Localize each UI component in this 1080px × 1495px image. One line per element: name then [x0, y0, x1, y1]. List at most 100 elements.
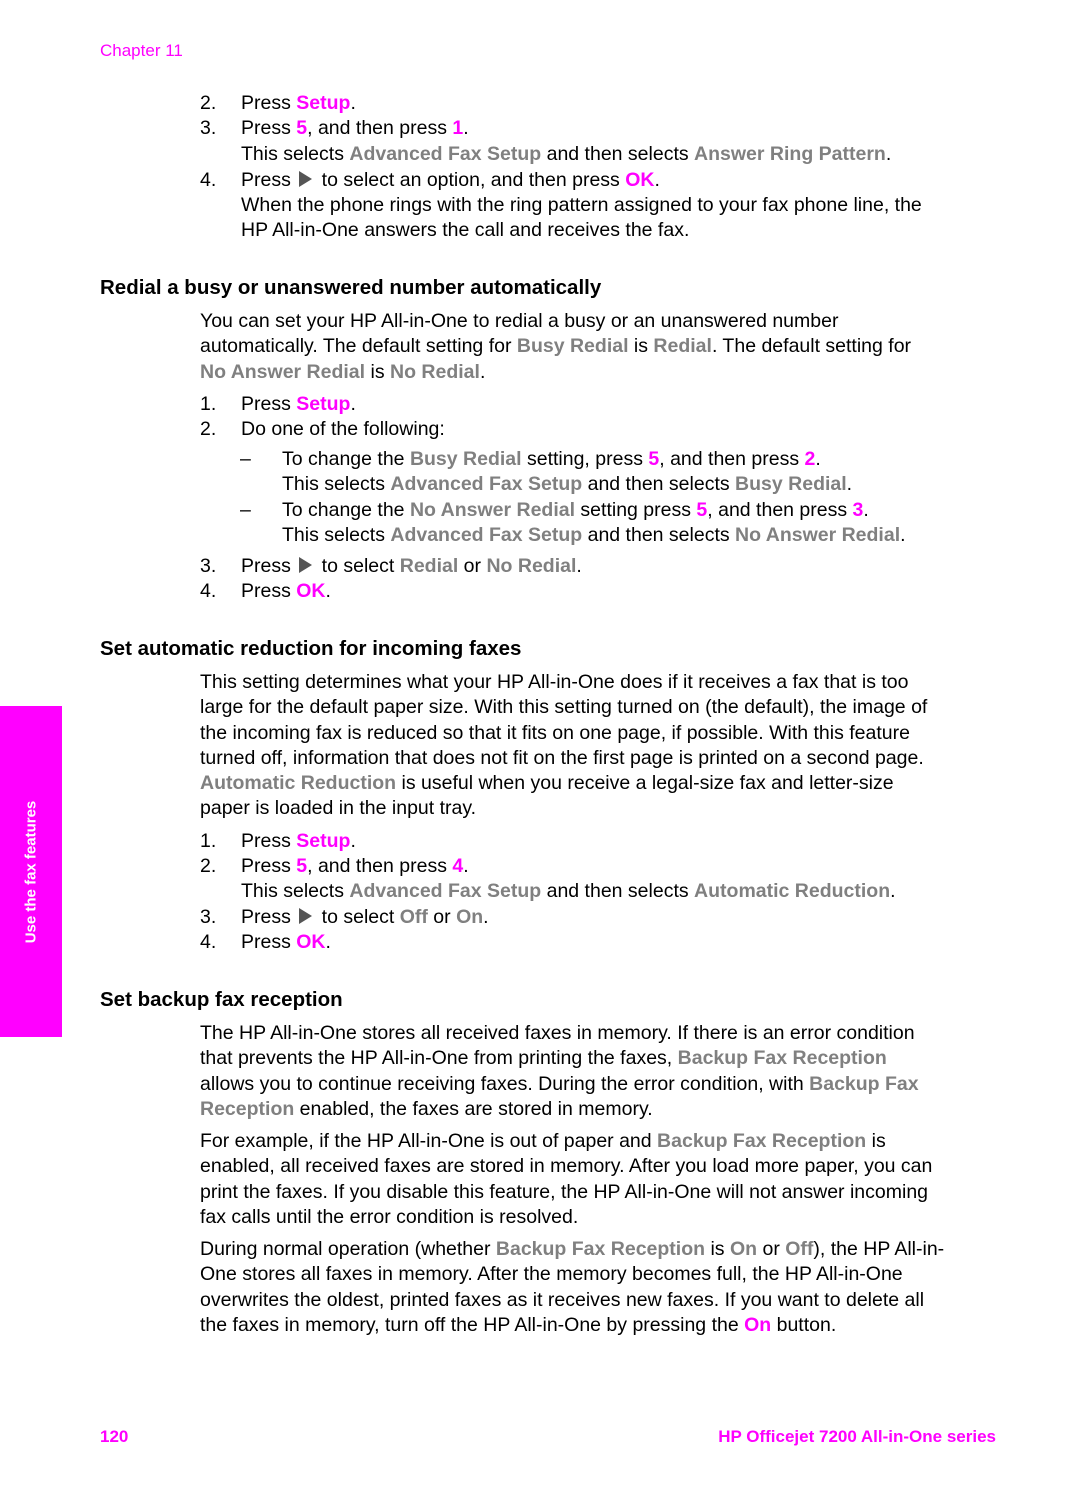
text-run: . — [350, 393, 356, 415]
text-run: and then selects — [541, 143, 695, 165]
sub-bullet-continuation: This selects Advanced Fax Setup and then… — [282, 523, 906, 548]
text-run: – — [240, 448, 251, 470]
text-run: and then selects — [541, 880, 695, 902]
section-heading-reduction: Set automatic reduction for incoming fax… — [100, 637, 522, 660]
text-run: 4. — [200, 931, 217, 953]
text-run: – — [240, 499, 251, 521]
menu-option-label: No Answer Redial — [735, 524, 901, 546]
text-run: Press to select an option, and then pres… — [241, 168, 660, 193]
text-run: Press — [241, 393, 297, 415]
side-tab: Use the fax features — [0, 706, 62, 1037]
menu-option-label: Advanced Fax Setup — [349, 880, 542, 902]
right-arrow-button-icon — [299, 908, 313, 924]
text-run: overwrites the oldest, printed faxes as … — [200, 1288, 925, 1311]
text-run: . — [463, 855, 469, 877]
text-run: or — [757, 1238, 786, 1260]
text-run: 2. — [200, 418, 217, 440]
menu-option-label: Backup Fax Reception — [657, 1130, 867, 1152]
step-continuation: This selects Advanced Fax Setup and then… — [241, 142, 891, 167]
sub-bullet-continuation: This selects Advanced Fax Setup and then… — [282, 472, 852, 497]
text-run: Press OK. — [241, 579, 331, 604]
text-run: is — [866, 1130, 886, 1152]
step-continuation: This selects Advanced Fax Setup and then… — [241, 879, 896, 904]
text-run: To change the No Answer Redial setting p… — [282, 498, 869, 523]
paragraph: During normal operation (whether Backup … — [200, 1237, 1020, 1338]
text-run: To change the — [282, 499, 410, 521]
key-label: Setup — [296, 393, 351, 415]
text-run: . — [846, 473, 853, 495]
text-run: setting, press — [521, 448, 649, 470]
text-run: . — [900, 524, 906, 546]
text-run: 4. — [200, 580, 217, 602]
text-run: Press Setup. — [241, 392, 356, 417]
text-run: Press to select Off or On. — [241, 905, 489, 930]
key-label: 5 — [648, 448, 660, 470]
text-run: enabled, the faxes are stored in memory. — [294, 1097, 653, 1120]
key-label: 1 — [452, 117, 464, 139]
text-run: and then selects — [582, 524, 736, 546]
text-run: allows you to continue receiving faxes. … — [200, 1072, 810, 1095]
text-run: is useful when you receive a legal-size … — [396, 772, 894, 795]
section-heading-redial: Redial a busy or unanswered number autom… — [100, 276, 602, 299]
menu-option-label: Advanced Fax Setup — [390, 473, 583, 495]
text-run: Press — [241, 931, 297, 953]
menu-option-label: Automatic Reduction — [200, 772, 397, 795]
text-run: 3. — [200, 906, 217, 928]
text-run: Press Setup. — [241, 92, 356, 114]
menu-option-label: No Redial — [390, 360, 480, 383]
text-run: Press OK. — [241, 930, 331, 955]
text-run: 3. — [200, 555, 217, 577]
text-run: button. — [771, 1313, 837, 1336]
text-run: Press — [241, 830, 297, 852]
menu-option-label: Reception — [200, 1097, 295, 1120]
text-run: to select — [316, 555, 400, 577]
side-tab-label: Use the fax features — [22, 800, 40, 943]
setup-key: Setup — [296, 92, 351, 114]
key-label: 5 — [696, 499, 708, 521]
menu-option-label: Automatic Reduction — [694, 880, 891, 902]
text-run: This selects — [282, 524, 391, 546]
text-run: . — [576, 555, 582, 577]
text-run: . — [890, 880, 896, 902]
text-run: paper is loaded in the input tray. — [200, 797, 477, 820]
text-run: . — [863, 499, 869, 521]
text-run: the faxes in memory, turn off the HP All… — [200, 1313, 745, 1336]
text-run: . — [325, 931, 331, 953]
text-run: is — [365, 360, 390, 383]
text-run: , and then press — [307, 855, 453, 877]
text-run: Automatic Reduction is useful when you r… — [200, 771, 1000, 796]
text-run: No Answer Redial is No Redial. — [200, 360, 1000, 385]
text-run: Press — [241, 555, 297, 577]
text-run: 4. — [200, 169, 217, 191]
key-label: 2 — [804, 448, 816, 470]
text-run: print the faxes. If you disable this fea… — [200, 1180, 929, 1203]
on-key: On — [744, 1313, 772, 1336]
text-run: , and then press — [659, 448, 805, 470]
text-run: Press Setup. — [241, 829, 356, 854]
page-number: 120 — [100, 1427, 129, 1446]
text-run: Do one of the following: — [241, 418, 445, 440]
menu-option-label: No Redial — [486, 555, 577, 577]
step-continuation: When the phone rings with the ring patte… — [241, 194, 922, 216]
text-run: . — [463, 117, 469, 139]
text-run: is — [628, 335, 654, 358]
text-run: automatically. The default setting for — [200, 335, 517, 358]
text-run: . — [350, 830, 356, 852]
text-run: Press — [241, 855, 297, 877]
text-run: To change the Busy Redial setting, press… — [282, 447, 821, 472]
text-run: or — [458, 555, 487, 577]
paragraph: The HP All-in-One stores all received fa… — [200, 1021, 1000, 1122]
text-run: Press — [241, 117, 297, 139]
key-label: 3 — [852, 499, 864, 521]
right-arrow-button-icon — [299, 557, 313, 573]
text-run: , and then press — [307, 117, 453, 139]
text-run: enabled, all received faxes are stored i… — [200, 1155, 933, 1178]
right-arrow-button-icon — [299, 171, 313, 187]
paragraph: For example, if the HP All-in-One is out… — [200, 1129, 1000, 1230]
menu-option-label: Off — [785, 1238, 814, 1260]
section-heading-backup: Set backup fax reception — [100, 988, 343, 1011]
text-run: 3. — [200, 117, 217, 139]
menu-option-label: Busy Redial — [735, 473, 847, 495]
menu-option-label: Backup Fax Reception — [495, 1238, 706, 1260]
text-run: . — [815, 448, 821, 470]
